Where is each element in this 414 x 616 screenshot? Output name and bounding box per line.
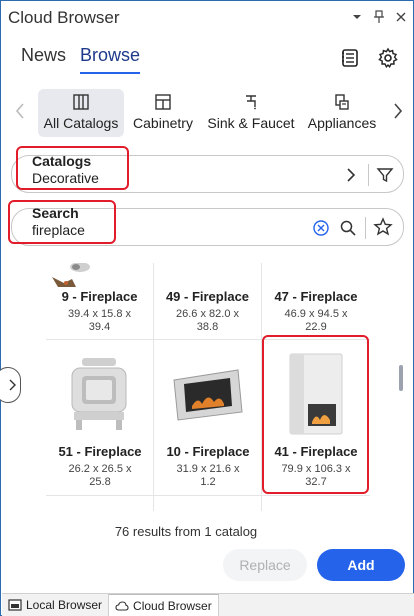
item-dimensions: 26.2 x 26.5 x (68, 463, 132, 475)
chevron-right-icon (9, 379, 16, 391)
cabinetry-icon (155, 94, 171, 110)
category-bar: All Catalogs Cabinetry Sink & Faucet App… (1, 83, 414, 139)
scrollbar[interactable] (399, 365, 403, 391)
pin-icon[interactable] (372, 8, 386, 26)
add-button[interactable]: Add (317, 549, 405, 581)
item-name: 49 - Fireplace (165, 289, 250, 304)
tab-label: Cloud Browser (133, 598, 212, 613)
faucet-icon (246, 95, 256, 110)
category-sink-faucet[interactable]: Sink & Faucet (205, 89, 297, 137)
item-dimensions: 32.7 (305, 476, 327, 488)
item-dimensions: 79.9 x 106.3 x (281, 463, 351, 475)
chevron-right-icon[interactable] (391, 101, 405, 121)
clear-icon[interactable] (310, 217, 332, 239)
appliances-icon (335, 94, 349, 110)
item-dimensions: 39.4 (88, 321, 111, 333)
category-cabinetry[interactable]: Cabinetry (129, 89, 197, 137)
gear-icon[interactable] (377, 47, 399, 69)
star-icon[interactable] (372, 216, 394, 238)
chevron-right-icon[interactable] (340, 164, 362, 186)
bottom-tab-bar: Local Browser Cloud Browser (2, 593, 414, 616)
close-icon[interactable] (394, 8, 408, 26)
results-count: 76 results from 1 catalog (114, 524, 258, 539)
tab-cloud-browser[interactable]: Cloud Browser (109, 594, 219, 616)
cloud-icon (115, 600, 129, 611)
field-divider (368, 164, 369, 186)
modern-fireplace-thumbnail (284, 350, 348, 441)
category-label: Sink & Faucet (207, 115, 295, 131)
search-field[interactable]: Search fireplace (11, 205, 404, 246)
catalogs-field[interactable]: Catalogs Decorative (11, 153, 404, 193)
catalogs-label: Catalogs (32, 153, 92, 169)
search-icon[interactable] (337, 217, 359, 239)
item-dimensions: 1.2 (200, 476, 216, 488)
item-dimensions: 38.8 (196, 321, 219, 333)
item-dimensions: 46.9 x 94.5 x (284, 308, 348, 320)
stove-thumbnail (64, 354, 134, 437)
item-dimensions: 39.4 x 15.8 x (68, 308, 131, 320)
category-label: Cabinetry (133, 115, 193, 131)
expand-panel-handle[interactable] (0, 367, 21, 403)
item-name: 10 - Fireplace (166, 444, 250, 459)
tab-news[interactable]: News (21, 45, 66, 74)
results-grid: 9 - Fireplace 39.4 x 15.8 x 39.4 49 - Fi… (46, 263, 370, 511)
chevron-down-icon[interactable] (350, 8, 364, 26)
item-name: 51 - Fireplace (58, 444, 142, 459)
category-label: All Catalogs (43, 115, 119, 131)
cloud-browser-panel: Cloud Browser News Browse All Catalogs C… (0, 0, 414, 616)
replace-button[interactable]: Replace (223, 549, 307, 581)
item-thumbnail (46, 263, 98, 277)
chevron-left-icon[interactable] (13, 101, 27, 121)
top-tabs: News Browse (21, 45, 141, 74)
catalog-list-icon[interactable] (339, 47, 361, 69)
list-item[interactable]: 51 - Fireplace 26.2 x 26.5 x 25.8 (46, 340, 154, 495)
item-name: 41 - Fireplace (274, 444, 358, 459)
category-label: Appliances (307, 115, 377, 131)
tab-local-browser[interactable]: Local Browser (2, 594, 110, 616)
field-divider (365, 217, 366, 239)
item-dimensions: 22.9 (305, 321, 327, 333)
item-name: 9 - Fireplace (61, 289, 138, 304)
catalogs-icon (73, 94, 89, 110)
fireplace-insert-thumbnail (168, 366, 248, 427)
category-all-catalogs[interactable]: All Catalogs (38, 89, 124, 137)
catalogs-value: Decorative (32, 170, 99, 186)
item-dimensions: 26.6 x 82.0 x (176, 308, 239, 320)
row-divider (46, 495, 370, 496)
category-appliances[interactable]: Appliances (305, 89, 379, 137)
list-item[interactable]: 10 - Fireplace 31.9 x 21.6 x 1.2 (154, 340, 262, 495)
title-bar: Cloud Browser (2, 2, 414, 34)
search-input[interactable]: fireplace (32, 222, 85, 238)
item-dimensions: 25.8 (89, 476, 111, 488)
window-title: Cloud Browser (8, 8, 120, 27)
tab-browse[interactable]: Browse (80, 45, 141, 74)
local-browser-icon (8, 599, 22, 611)
search-label: Search (32, 205, 79, 221)
filter-icon[interactable] (374, 164, 396, 186)
item-name: 47 - Fireplace (274, 289, 358, 304)
list-item[interactable]: 41 - Fireplace 79.9 x 106.3 x 32.7 (262, 340, 370, 495)
item-dimensions: 31.9 x 21.6 x (176, 463, 240, 475)
tab-label: Local Browser (26, 598, 103, 612)
